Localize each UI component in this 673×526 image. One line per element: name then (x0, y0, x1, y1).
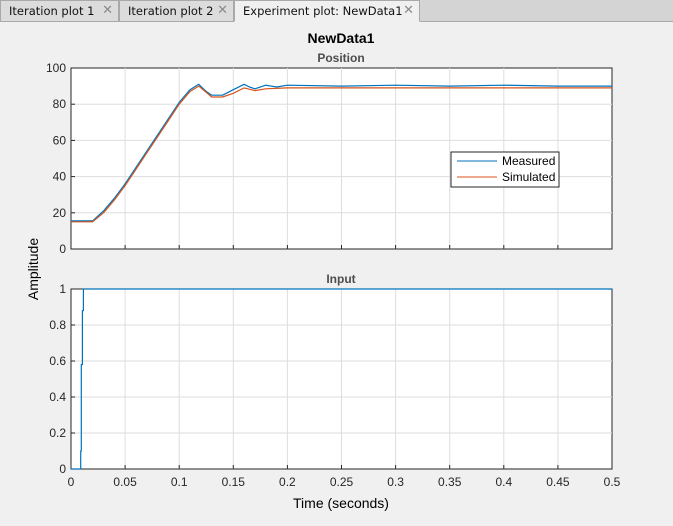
legend-measured-label: Measured (502, 154, 555, 168)
x-tick-label: 0.05 (113, 475, 137, 489)
legend-simulated-label: Simulated (502, 170, 555, 184)
experiment-plot: NewData1 Amplitude Time (seconds) Positi… (25, 30, 621, 511)
y-tick-label: 1 (59, 282, 66, 296)
x-axis-label: Time (seconds) (293, 495, 389, 511)
tab-bar: Iteration plot 1 ✕ Iteration plot 2 ✕ Ex… (0, 0, 673, 22)
y-tick-label: 0 (59, 462, 66, 476)
tab-label: Iteration plot 2 (128, 4, 214, 18)
x-tick-label: 0.1 (171, 475, 188, 489)
y-tick-label: 0 (59, 242, 66, 256)
x-tick-label: 0.45 (546, 475, 570, 489)
y-tick-label: 40 (53, 170, 67, 184)
tab-label: Iteration plot 1 (9, 4, 95, 18)
y-tick-label: 0.8 (49, 318, 66, 332)
tab-experiment-plot[interactable]: Experiment plot: NewData1 ✕ (234, 0, 420, 22)
x-tick-label: 0.25 (330, 475, 354, 489)
tab-iteration-plot-1[interactable]: Iteration plot 1 ✕ (0, 0, 119, 21)
x-tick-label: 0.35 (438, 475, 462, 489)
y-tick-label: 80 (53, 97, 67, 111)
input-x-ticks: 0 0.05 0.1 0.15 0.2 0.25 0.3 0.35 0.4 0.45 0.5 (68, 475, 621, 489)
x-tick-label: 0.2 (279, 475, 296, 489)
close-icon[interactable]: ✕ (403, 4, 414, 18)
y-tick-label: 60 (53, 133, 67, 147)
x-tick-label: 0.15 (222, 475, 246, 489)
x-tick-label: 0 (68, 475, 75, 489)
input-y-ticks: 0 0.2 0.4 0.6 0.8 1 (49, 282, 66, 476)
position-y-ticks: 0 20 40 60 80 100 (46, 61, 66, 256)
input-axes: Input 0 0.2 0.4 0.6 0.8 1 0 0.05 0.1 0.15 0.2 0.25… (49, 272, 620, 489)
y-tick-label: 0.2 (49, 426, 66, 440)
input-axes-title: Input (326, 272, 355, 286)
tab-iteration-plot-2[interactable]: Iteration plot 2 ✕ (119, 0, 234, 21)
y-tick-label: 0.6 (49, 354, 66, 368)
tab-label: Experiment plot: NewData1 (243, 4, 403, 18)
y-axis-label: Amplitude (25, 238, 41, 300)
x-tick-label: 0.5 (604, 475, 621, 489)
y-tick-label: 0.4 (49, 390, 66, 404)
position-axes: Position 0 20 40 60 80 100 Measured Simulated (46, 51, 613, 256)
close-icon[interactable]: ✕ (217, 4, 228, 18)
x-tick-label: 0.4 (495, 475, 512, 489)
position-axes-title: Position (317, 51, 364, 65)
close-icon[interactable]: ✕ (102, 4, 113, 18)
y-tick-label: 100 (46, 61, 66, 75)
position-legend[interactable]: Measured Simulated (450, 151, 560, 188)
y-tick-label: 20 (53, 206, 67, 220)
x-tick-label: 0.3 (387, 475, 404, 489)
figure-title: NewData1 (308, 30, 375, 46)
